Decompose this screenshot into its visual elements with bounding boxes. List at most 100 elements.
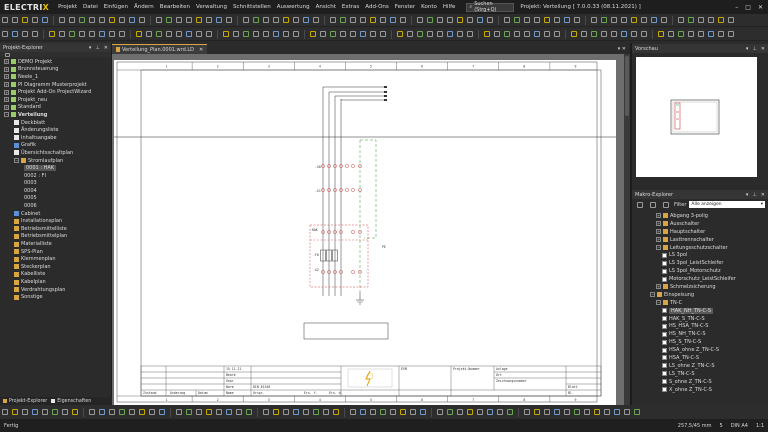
toolbar-tool-icon[interactable] (534, 31, 540, 37)
toolbar-tool-icon[interactable] (651, 17, 657, 23)
toolbar-tool-icon[interactable] (370, 409, 376, 415)
project-tree-item[interactable]: 0002 : FI (0, 172, 111, 180)
toolbar-tool-icon[interactable] (89, 409, 95, 415)
dropdown-icon[interactable]: ▾ (89, 45, 92, 51)
toolbar-tool-icon[interactable] (658, 31, 664, 37)
toolbar-tool-icon[interactable] (514, 17, 520, 23)
macro-tree-item[interactable]: LS 3pol_LeistSchleifer (632, 259, 768, 267)
toolbar-tool-icon[interactable] (594, 409, 600, 415)
toolbar-tool-icon[interactable] (22, 31, 28, 37)
macro-tree-item[interactable]: HS_S_TN-C-S (632, 338, 768, 346)
toolbar-tool-icon[interactable] (631, 31, 637, 37)
toolbar-tool-icon[interactable] (12, 17, 18, 23)
toolbar-tool-icon[interactable] (32, 31, 38, 37)
toolbar-tool-icon[interactable] (624, 409, 630, 415)
toolbar-tool-icon[interactable] (109, 409, 115, 415)
expand-icon[interactable]: + (4, 97, 9, 103)
toolbar-tool-icon[interactable] (390, 17, 396, 23)
toolbar-tool-icon[interactable] (407, 31, 413, 37)
toolbar-tool-icon[interactable] (544, 31, 550, 37)
document-tab[interactable]: Verteilung_Plan.0001.wrd.LD ✕ (112, 44, 208, 54)
toolbar-tool-icon[interactable] (243, 17, 249, 23)
toolbar-tool-icon[interactable] (544, 409, 550, 415)
toolbar-tool-icon[interactable] (447, 17, 453, 23)
toolbar-tool-icon[interactable] (477, 409, 483, 415)
toolbar-tool-icon[interactable] (159, 409, 165, 415)
toolbar-tool-icon[interactable] (698, 17, 704, 23)
toolbar-tool-icon[interactable] (641, 31, 647, 37)
toolbar-tool-icon[interactable] (564, 409, 570, 415)
toolbar-tool-icon[interactable] (524, 31, 530, 37)
toolbar-tool-icon[interactable] (350, 31, 356, 37)
toolbar-tool-icon[interactable] (52, 409, 58, 415)
toolbar-tool-icon[interactable] (176, 31, 182, 37)
toolbar-tool-icon[interactable] (206, 409, 212, 415)
menu-item-0[interactable]: Projekt (55, 4, 80, 10)
macro-tree-item[interactable]: − Einspeisung (632, 291, 768, 299)
toolbar-tool-icon[interactable] (718, 17, 724, 23)
toolbar-tool-icon[interactable] (554, 31, 560, 37)
project-tree-item[interactable]: Deckblatt (0, 119, 111, 127)
toolbar-tool-icon[interactable] (2, 17, 8, 23)
project-tree-item[interactable]: + PI Diagramm Musterprojekt (0, 81, 111, 89)
scroll-thumb[interactable] (625, 56, 629, 116)
toolbar-tool-icon[interactable] (139, 409, 145, 415)
project-tree-item[interactable]: − Stromlaufplan (0, 157, 111, 165)
toolbar-tool-icon[interactable] (206, 31, 212, 37)
toolbar-tool-icon[interactable] (293, 31, 299, 37)
toolbar-tool-icon[interactable] (32, 409, 38, 415)
toolbar-tool-icon[interactable] (708, 31, 714, 37)
project-tree-item[interactable]: Änderungsliste (0, 126, 111, 134)
menu-item-10[interactable]: Add-Ons (362, 4, 391, 10)
expand-icon[interactable]: + (656, 221, 661, 227)
toolbar-tool-icon[interactable] (79, 17, 85, 23)
toolbar-tool-icon[interactable] (146, 31, 152, 37)
menu-item-7[interactable]: Auswertung (274, 4, 313, 10)
toolbar-tool-icon[interactable] (504, 17, 510, 23)
macro-tree-item[interactable]: LS_ohne Z_TN-C-S (632, 362, 768, 370)
toolbar-tool-icon[interactable] (728, 31, 734, 37)
toolbar-tool-icon[interactable] (246, 409, 252, 415)
toolbar-tool-icon[interactable] (621, 17, 627, 23)
toolbar-tool-icon[interactable] (718, 31, 724, 37)
toolbar-tool-icon[interactable] (728, 17, 734, 23)
toolbar-tool-icon[interactable] (149, 409, 155, 415)
toolbar-tool-icon[interactable] (99, 31, 105, 37)
toolbar-tool-icon[interactable] (467, 17, 473, 23)
project-tree-item[interactable]: + Projekt Add-On ProjectWizard (0, 88, 111, 96)
toolbar-tool-icon[interactable] (243, 31, 249, 37)
toolbar-tool-icon[interactable] (427, 31, 433, 37)
collapse-icon[interactable]: − (656, 245, 661, 250)
project-tree-item[interactable]: Sonstige (0, 293, 111, 301)
toolbar-tool-icon[interactable] (420, 409, 426, 415)
tab-project-explorer[interactable]: Projekt-Explorer (3, 399, 47, 404)
toolbar-tool-icon[interactable] (350, 17, 356, 23)
toolbar-tool-icon[interactable] (139, 17, 145, 23)
toolbar-tool-icon[interactable] (273, 409, 279, 415)
toolbar-tool-icon[interactable] (59, 17, 65, 23)
toolbar-tool-icon[interactable] (467, 409, 473, 415)
toolbar-tool-icon[interactable] (333, 409, 339, 415)
toolbar-tool-icon[interactable] (119, 409, 125, 415)
macro-tree-item[interactable]: HS_NH_TN-C-S (632, 330, 768, 338)
toolbar-tool-icon[interactable] (417, 17, 423, 23)
menu-item-3[interactable]: Ändern (131, 4, 157, 10)
toolbar-tool-icon[interactable] (129, 17, 135, 23)
toolbar-tool-icon[interactable] (631, 17, 637, 23)
toolbar-tool-icon[interactable] (293, 17, 299, 23)
collapse-icon[interactable]: − (4, 112, 9, 118)
toolbar-tool-icon[interactable] (514, 31, 520, 37)
toolbar-tool-icon[interactable] (186, 17, 192, 23)
expand-icon[interactable]: + (4, 66, 9, 72)
macro-tree-item[interactable]: HSA_ohne Z_TN-C-S (632, 346, 768, 354)
project-tree-item[interactable]: Übersichtsschaltplan (0, 149, 111, 157)
expand-icon[interactable]: + (4, 74, 9, 80)
toolbar-tool-icon[interactable] (427, 17, 433, 23)
toolbar-tool-icon[interactable] (484, 31, 490, 37)
toolbar-tool-icon[interactable] (330, 17, 336, 23)
toolbar-tool-icon[interactable] (303, 409, 309, 415)
project-tree-item[interactable]: Kabelplan (0, 278, 111, 286)
toolbar-tool-icon[interactable] (554, 409, 560, 415)
project-tree-item[interactable]: 0005 (0, 195, 111, 203)
toolbar-tool-icon[interactable] (32, 17, 38, 23)
